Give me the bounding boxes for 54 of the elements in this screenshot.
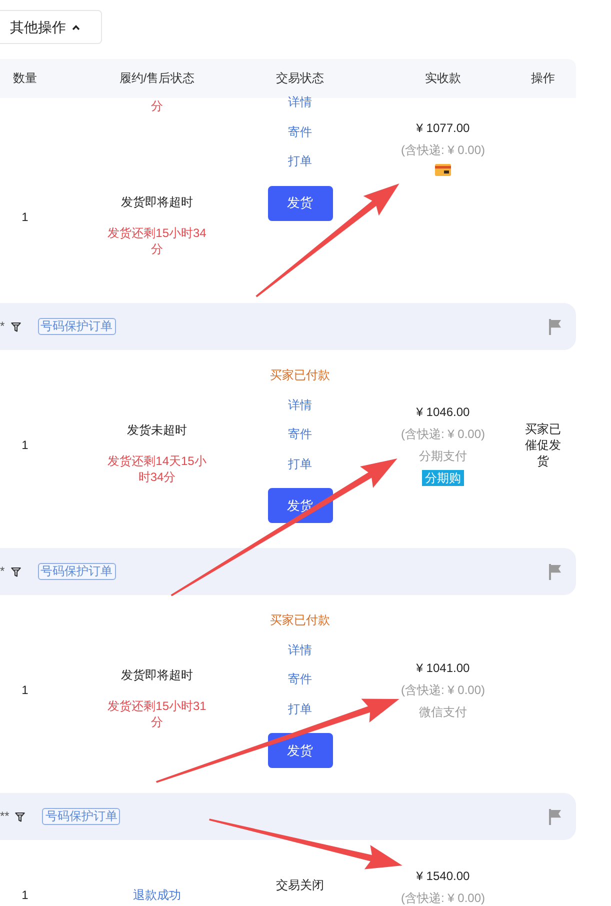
order-tag: 号码保护订单	[42, 808, 120, 825]
trade-status: 买家已付款	[270, 612, 330, 629]
order-tag: 号码保护订单	[38, 563, 116, 580]
buyer-name: *	[0, 318, 5, 335]
more-actions-button[interactable]: 其他操作	[0, 10, 102, 44]
trade-status: 买家已付款	[270, 367, 330, 384]
filter-icon[interactable]	[10, 322, 21, 332]
order-action-link[interactable]: 详情	[288, 94, 312, 111]
order-action-link[interactable]: 打单	[288, 456, 312, 472]
filter-icon[interactable]	[15, 812, 26, 822]
order-action-link[interactable]: 寄件	[288, 124, 312, 140]
amount-text: ¥ 1540.00	[416, 868, 470, 885]
quantity-text: 1	[22, 888, 28, 902]
amount-text: ¥ 1077.00	[416, 120, 470, 137]
shipping-fee-text: (含快递: ¥ 0.00)	[400, 426, 486, 443]
countdown-text: 发货还剩15小时34分	[106, 225, 208, 257]
shipping-fee-text: (含快递: ¥ 0.00)	[400, 142, 486, 159]
fulfillment-status: 发货即将超时	[121, 666, 193, 684]
countdown-text: 发货还剩14天15小时34分	[106, 452, 208, 484]
quantity-text: 1	[22, 438, 28, 452]
card-icon	[435, 164, 451, 176]
column-header: 实收款	[424, 70, 462, 87]
quantity-text: 1	[22, 682, 28, 696]
order-action-link[interactable]: 寄件	[288, 426, 312, 443]
shipping-fee-text: (含快递: ¥ 0.00)	[400, 682, 486, 698]
order-action-link[interactable]: 详情	[288, 642, 312, 658]
payment-method-text: 微信支付	[419, 704, 467, 720]
filter-icon[interactable]	[10, 566, 21, 576]
order-tag: 号码保护订单	[38, 318, 116, 335]
operation-note: 买家已催促发货	[524, 421, 562, 469]
buyer-name: *	[0, 563, 5, 580]
shipping-fee-text: (含快递: ¥ 0.00)	[400, 890, 486, 906]
amount-text: ¥ 1041.00	[416, 660, 470, 676]
column-header: 交易状态	[275, 70, 325, 87]
refund-status-link[interactable]: 退款成功	[133, 887, 181, 904]
payment-method-text: 分期支付	[419, 448, 467, 465]
buyer-name: **	[0, 808, 10, 825]
trade-status: 交易关闭	[276, 877, 324, 894]
ship-button[interactable]: 发货	[268, 186, 332, 220]
order-action-link[interactable]: 详情	[288, 396, 312, 414]
order-action-link[interactable]: 打单	[288, 153, 312, 170]
countdown-text: 发货还剩15小时31分	[106, 698, 208, 730]
amount-text: ¥ 1046.00	[416, 404, 470, 421]
order-action-link[interactable]: 打单	[288, 700, 312, 718]
fulfillment-status: 发货未超时	[127, 422, 187, 438]
column-header: 履约/售后状态	[118, 70, 196, 87]
column-header: 数量	[12, 70, 38, 87]
order-action-link[interactable]: 寄件	[288, 671, 312, 688]
quantity-text: 1	[22, 210, 28, 224]
fulfillment-status: 发货即将超时	[121, 194, 193, 211]
ship-button[interactable]: 发货	[268, 733, 332, 768]
countdown-text: 分	[150, 98, 164, 114]
column-header: 操作	[530, 70, 556, 87]
installment-badge: 分期购	[422, 470, 464, 486]
